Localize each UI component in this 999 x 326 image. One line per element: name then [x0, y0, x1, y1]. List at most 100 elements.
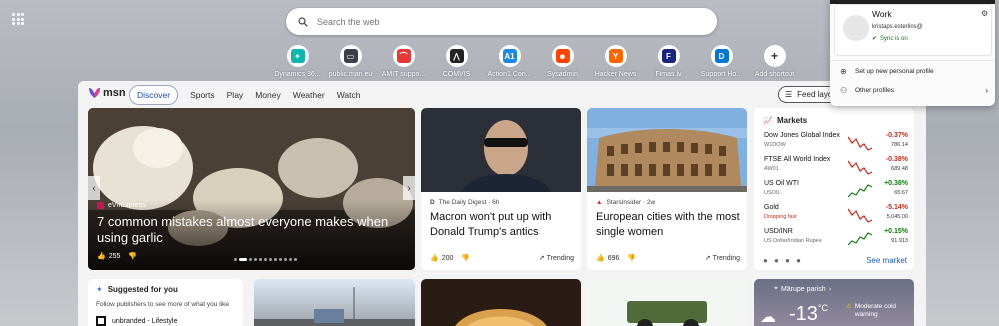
nav-money[interactable]: Money	[255, 90, 281, 100]
hero-meta: 👍 255 👎	[97, 252, 137, 261]
nav-play[interactable]: Play	[227, 90, 244, 100]
chevron-down-icon: ›	[828, 285, 832, 293]
nav-watch[interactable]: Watch	[337, 90, 361, 100]
nav-discover[interactable]: Discover	[129, 85, 179, 105]
weather-alert[interactable]: ⚠ Moderate cold warning	[846, 303, 902, 319]
chevron-right-icon: ›	[985, 86, 988, 95]
weather-card[interactable]: ⌖ Mārupe parish › ☁ -13°C ⚠ Moderate col…	[754, 279, 914, 326]
msn-feed-panel: msn Discover Sports Play Money Weather W…	[78, 81, 926, 326]
jeep-image	[627, 301, 707, 326]
market-row[interactable]: Gold Dropping fast -5.14% 5,045.00	[764, 204, 908, 228]
news-meta: 👍 696 👎 ↗ Trending	[596, 254, 740, 263]
market-row[interactable]: USD/INR US Dollar/Indian Rupee +0.15% 91.91…	[764, 228, 908, 252]
news-title[interactable]: Macron won't put up with Donald Trump's …	[430, 210, 580, 240]
thumbs-down-icon[interactable]: 👎	[461, 254, 470, 262]
trending-badge: ↗ Trending	[705, 254, 740, 263]
hero-likes: 255	[108, 252, 121, 260]
news-card-macron[interactable]: D The Daily Digest · 6h Macron won't put…	[421, 108, 581, 270]
shortcut-hackernews[interactable]: Y Hacker News	[592, 45, 639, 78]
carousel-dot[interactable]	[234, 258, 237, 261]
market-name: US Oil WTI	[764, 180, 799, 187]
market-value: 689.48	[891, 166, 908, 172]
check-circle-icon: ✔	[872, 36, 878, 42]
search-box[interactable]	[286, 8, 717, 35]
carousel-dot[interactable]	[259, 258, 262, 261]
thumbs-down-icon[interactable]: 👎	[627, 254, 636, 262]
carousel-dot[interactable]	[254, 258, 257, 261]
sparkline	[848, 184, 872, 198]
msn-logo[interactable]: msn	[88, 87, 126, 99]
market-row[interactable]: FTSE All World Index AW01 -0.38% 689.48	[764, 156, 908, 180]
shortcut-amit[interactable]: ⌒ AMIT suppo...	[380, 45, 427, 78]
fimas-icon: F	[657, 45, 680, 67]
carousel-dot[interactable]	[249, 258, 252, 261]
carousel-dot[interactable]	[269, 258, 272, 261]
story-thumb-toast[interactable]	[421, 279, 581, 326]
weather-location-name: Mārupe parish	[780, 285, 826, 293]
shortcut-dynamics[interactable]: ✦ Dynamics 36...	[274, 45, 321, 78]
shortcut-glyph: ✦	[290, 49, 305, 63]
nav-sports[interactable]: Sports	[190, 90, 215, 100]
carousel-dot[interactable]	[239, 258, 247, 261]
carousel-dot[interactable]	[279, 258, 282, 261]
thumbs-up-icon[interactable]: 👍	[430, 254, 439, 262]
other-profiles[interactable]: ⚇ Other profiles ›	[840, 86, 988, 95]
setup-personal-profile[interactable]: ⊕ Set up new personal profile	[840, 67, 988, 76]
carousel-dot[interactable]	[289, 258, 292, 261]
carousel-dot[interactable]	[274, 258, 277, 261]
market-row[interactable]: US Oil WTI USOIL +0.38% 65.67	[764, 180, 908, 204]
carousel-dot[interactable]	[294, 258, 297, 261]
search-input[interactable]	[317, 16, 677, 27]
news-meta: 👍 200 👎 ↗ Trending	[430, 254, 574, 263]
location-pin-icon: ⌖	[774, 285, 778, 292]
thumbs-up-icon[interactable]: 👍	[596, 254, 605, 262]
suggested-text: Follow publishers to see more of what yo…	[96, 301, 229, 308]
shortcut-glyph: ⋀	[449, 49, 464, 63]
markets-title: Markets	[776, 116, 808, 125]
shortcut-dell[interactable]: D Support Ho...	[698, 45, 745, 78]
see-market-link[interactable]: See market	[866, 256, 907, 265]
hero-card[interactable]: ‹ › eVnExpress 7 common mistakes almost …	[88, 108, 415, 270]
nav-weather[interactable]: Weather	[293, 90, 325, 100]
pager-dots[interactable]: ● ● ● ●	[763, 256, 803, 265]
news-title[interactable]: European cities with the most single wom…	[596, 210, 746, 240]
news-source: D The Daily Digest · 6h	[430, 199, 499, 206]
shortcut-action1[interactable]: A1 Action1 Con...	[486, 45, 533, 78]
market-change: +0.38%	[884, 180, 908, 187]
profile-email: kristaps.esterlins@	[872, 24, 923, 30]
hero-title[interactable]: 7 common mistakes almost everyone makes …	[97, 214, 402, 246]
snow-cloud-icon: ☁	[760, 309, 776, 326]
market-name: FTSE All World Index	[764, 156, 831, 163]
dynamics-icon: ✦	[286, 45, 309, 67]
thumbs-up-icon[interactable]: 👍	[97, 252, 106, 260]
hero-prev-button[interactable]: ‹	[88, 176, 100, 200]
market-change: +0.15%	[884, 228, 908, 235]
apps-grid-icon[interactable]	[12, 13, 24, 25]
hero-next-button[interactable]: ›	[403, 176, 415, 200]
suggested-publisher[interactable]: unbranded - Lifestyle	[96, 316, 177, 326]
feed-layout-label: Feed layo	[797, 90, 833, 99]
news-card-cities[interactable]: ▲ StarsInsider · 2w European cities with…	[587, 108, 747, 270]
shortcut-man[interactable]: ▭ public.man.eu	[327, 45, 374, 78]
suggested-publisher-name: unbranded - Lifestyle	[112, 317, 178, 325]
markets-card[interactable]: 📈 Markets Dow Jones Global Index W1DOW -0.…	[754, 108, 914, 270]
carousel-dot[interactable]	[284, 258, 287, 261]
story-thumb-car[interactable]	[587, 279, 747, 326]
thumbs-down-icon[interactable]: 👎	[128, 252, 137, 260]
shortcut-plus[interactable]: + Add shortcut	[751, 45, 798, 78]
trending-label: Trending	[712, 254, 740, 262]
gear-icon[interactable]: ⚙	[981, 9, 988, 18]
shortcut-reddit[interactable]: ☻ Sysadmin	[539, 45, 586, 78]
msn-logo-text: msn	[103, 87, 126, 99]
market-row[interactable]: Dow Jones Global Index W1DOW -0.37% 786.14	[764, 132, 908, 156]
shortcut-label: Fimas.lv	[655, 71, 682, 78]
sliders-icon: ☰	[785, 90, 793, 99]
shortcut-comvis[interactable]: ⋀ COMVIS	[433, 45, 480, 78]
markets-footer: ● ● ● ● See market	[763, 256, 907, 265]
story-thumb-road[interactable]	[254, 279, 415, 326]
news-source-label: StarsInsider · 2w	[606, 199, 656, 206]
shortcut-fimas[interactable]: F Fimas.lv	[645, 45, 692, 78]
weather-location[interactable]: ⌖ Mārupe parish ›	[774, 285, 831, 293]
sparkline	[848, 232, 872, 246]
carousel-dot[interactable]	[264, 258, 267, 261]
